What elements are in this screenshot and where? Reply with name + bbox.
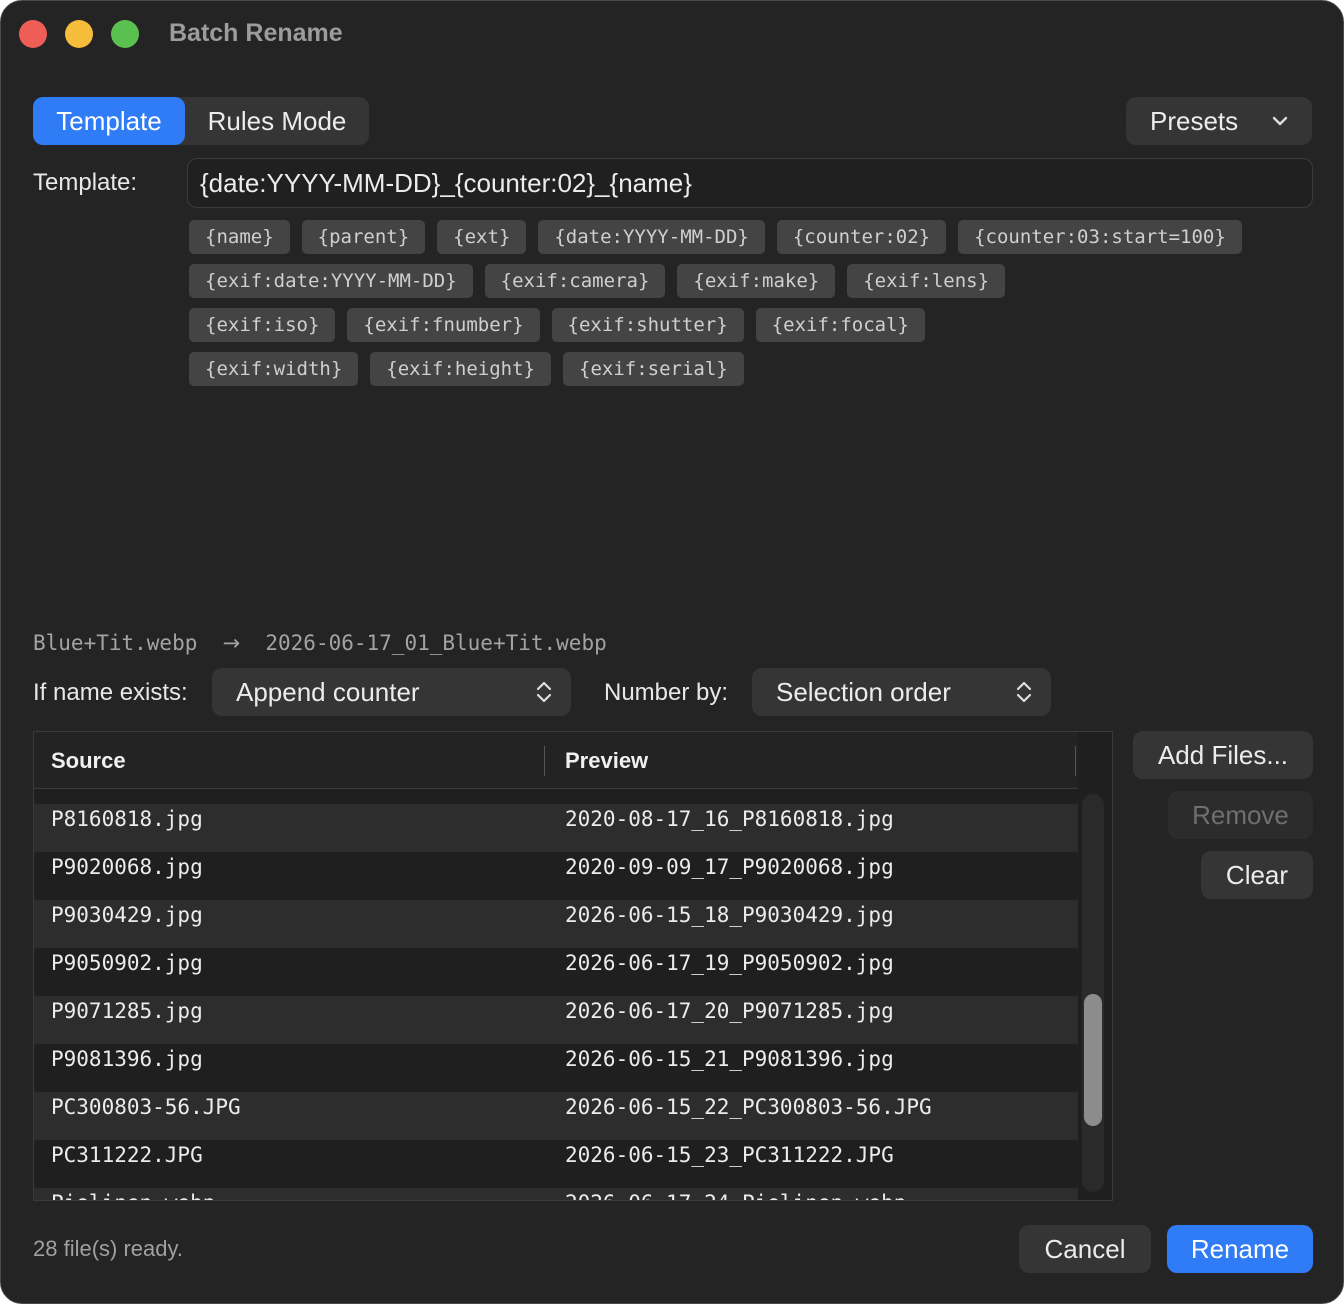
tab-template[interactable]: Template	[33, 97, 185, 145]
preview-cell: 2026-06-15_21_P9081396.jpg	[565, 1047, 894, 1071]
rename-button[interactable]: Rename	[1167, 1225, 1313, 1273]
token-chip[interactable]: {exif:serial}	[563, 352, 744, 386]
preview-cell: 2026-06-17_20_P9071285.jpg	[565, 999, 894, 1023]
scrollbar-thumb[interactable]	[1084, 994, 1102, 1126]
close-window-button[interactable]	[19, 20, 47, 48]
remove-button[interactable]: Remove	[1168, 791, 1313, 839]
if-name-exists-value: Append counter	[236, 677, 420, 707]
source-cell: Pielinen.webp	[51, 1188, 215, 1200]
column-divider[interactable]	[1075, 746, 1076, 776]
chevron-up-down-icon	[536, 681, 552, 703]
number-by-label: Number by:	[604, 679, 729, 706]
source-cell: P9020068.jpg	[51, 855, 203, 879]
source-cell: PC311222.JPG	[51, 1143, 203, 1167]
column-header-source[interactable]: Source	[51, 732, 126, 790]
tab-rules-mode[interactable]: Rules Mode	[185, 97, 369, 145]
source-cell: P9081396.jpg	[51, 1047, 203, 1071]
token-chip[interactable]: {date:YYYY-MM-DD}	[538, 220, 765, 254]
source-cell: P9030429.jpg	[51, 903, 203, 927]
if-name-exists-select[interactable]: Append counter	[212, 668, 571, 716]
token-chip[interactable]: {parent}	[301, 220, 426, 254]
token-row: {exif:width} {exif:height} {exif:serial}	[189, 352, 1319, 386]
column-header-preview[interactable]: Preview	[565, 732, 648, 790]
preview-cell: 2026-06-15_18_P9030429.jpg	[565, 903, 894, 927]
presets-label: Presets	[1150, 106, 1239, 136]
token-row: {exif:iso} {exif:fnumber} {exif:shutter}…	[189, 308, 1319, 342]
template-label: Template:	[33, 169, 138, 196]
arrow-right-icon: →	[222, 631, 241, 655]
cancel-button[interactable]: Cancel	[1019, 1225, 1151, 1273]
token-chip[interactable]: {exif:lens}	[847, 264, 1006, 298]
batch-rename-window: Batch Rename Template Rules Mode Presets…	[0, 0, 1344, 1304]
token-row: {exif:date:YYYY-MM-DD} {exif:camera} {ex…	[189, 264, 1319, 298]
table-row[interactable]: P9050902.jpg 2026-06-17_19_P9050902.jpg	[34, 948, 1078, 996]
files-table: Source Preview P8160818.jpg 2020-08-17_1…	[33, 731, 1113, 1201]
window-title: Batch Rename	[169, 19, 343, 47]
number-by-select[interactable]: Selection order	[752, 668, 1051, 716]
minimize-window-button[interactable]	[65, 20, 93, 48]
number-by-value: Selection order	[776, 677, 951, 707]
preview-cell: 2020-09-09_17_P9020068.jpg	[565, 855, 894, 879]
table-row[interactable]: P9030429.jpg 2026-06-15_18_P9030429.jpg	[34, 900, 1078, 948]
table-row[interactable]: Pielinen.webp 2026-06-17_24_Pielinen.web…	[34, 1188, 1078, 1200]
maximize-window-button[interactable]	[111, 20, 139, 48]
token-chip[interactable]: {exif:date:YYYY-MM-DD}	[189, 264, 473, 298]
preview-cell: 2020-08-17_16_P8160818.jpg	[565, 807, 894, 831]
example-result: 2026-06-17_01_Blue+Tit.webp	[265, 631, 607, 655]
table-row[interactable]: PC300803-56.JPG 2026-06-15_22_PC300803-5…	[34, 1092, 1078, 1140]
vertical-scrollbar[interactable]	[1082, 794, 1104, 1192]
token-chip[interactable]: {exif:shutter}	[551, 308, 744, 342]
table-row[interactable]: P9071285.jpg 2026-06-17_20_P9071285.jpg	[34, 996, 1078, 1044]
preview-cell: 2026-06-17_24_Pielinen.webp	[565, 1188, 906, 1200]
preview-cell: 2026-06-15_23_PC311222.JPG	[565, 1143, 894, 1167]
table-header: Source Preview	[34, 732, 1078, 789]
add-files-button[interactable]: Add Files...	[1133, 731, 1313, 779]
source-cell: P9050902.jpg	[51, 951, 203, 975]
template-input[interactable]	[187, 158, 1313, 208]
token-chip[interactable]: {exif:camera}	[484, 264, 666, 298]
token-chip[interactable]: {counter:02}	[776, 220, 947, 254]
example-source: Blue+Tit.webp	[33, 631, 198, 655]
preview-cell: 2026-06-15_22_PC300803-56.JPG	[565, 1095, 932, 1119]
token-chip[interactable]: {exif:make}	[677, 264, 836, 298]
source-cell: P9071285.jpg	[51, 999, 203, 1023]
token-chips: {name} {parent} {ext} {date:YYYY-MM-DD} …	[189, 220, 1319, 396]
table-row[interactable]: P9081396.jpg 2026-06-15_21_P9081396.jpg	[34, 1044, 1078, 1092]
clear-button[interactable]: Clear	[1201, 851, 1313, 899]
rename-example: Blue+Tit.webp → 2026-06-17_01_Blue+Tit.web…	[33, 631, 607, 655]
source-cell: PC300803-56.JPG	[51, 1095, 241, 1119]
presets-dropdown[interactable]: Presets	[1126, 97, 1312, 145]
token-chip[interactable]: {exif:width}	[189, 352, 359, 386]
preview-cell: 2026-06-17_19_P9050902.jpg	[565, 951, 894, 975]
token-chip[interactable]: {name}	[189, 220, 290, 254]
mode-segmented-control: Template Rules Mode	[33, 97, 369, 145]
token-chip[interactable]: {exif:iso}	[189, 308, 336, 342]
column-divider[interactable]	[544, 746, 545, 776]
token-row: {name} {parent} {ext} {date:YYYY-MM-DD} …	[189, 220, 1319, 254]
source-cell: P8160818.jpg	[51, 807, 203, 831]
table-row[interactable]: P9020068.jpg 2020-09-09_17_P9020068.jpg	[34, 852, 1078, 900]
status-text: 28 file(s) ready.	[33, 1236, 183, 1261]
table-row[interactable]: P8160818.jpg 2020-08-17_16_P8160818.jpg	[34, 804, 1078, 852]
if-name-exists-label: If name exists:	[33, 679, 188, 706]
table-body: P8160818.jpg 2020-08-17_16_P8160818.jpg …	[34, 804, 1078, 1200]
table-row[interactable]: PC311222.JPG 2026-06-15_23_PC311222.JPG	[34, 1140, 1078, 1188]
token-chip[interactable]: {exif:fnumber}	[347, 308, 540, 342]
token-chip[interactable]: {exif:focal}	[755, 308, 925, 342]
token-chip[interactable]: {counter:03:start=100}	[958, 220, 1242, 254]
token-chip[interactable]: {exif:height}	[370, 352, 551, 386]
chevron-down-icon	[1272, 116, 1288, 126]
token-chip[interactable]: {ext}	[437, 220, 527, 254]
chevron-up-down-icon	[1016, 681, 1032, 703]
